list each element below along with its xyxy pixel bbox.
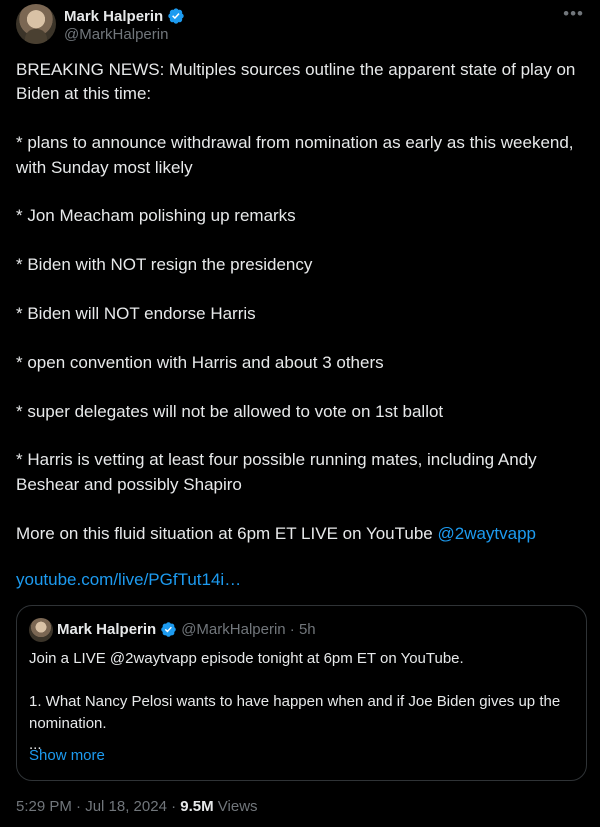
- tweet-last-line: More on this fluid situation at 6pm ET L…: [16, 522, 584, 546]
- tweet-footer: 5:29 PM · Jul 18, 2024 · 9.5M Views: [16, 798, 258, 815]
- author-handle[interactable]: @MarkHalperin: [64, 26, 168, 43]
- tweet-paragraph: * Harris is vetting at least four possib…: [16, 450, 537, 494]
- verified-badge-icon: [168, 8, 184, 24]
- tweet-paragraph: * open convention with Harris and about …: [16, 352, 384, 372]
- author-display-name[interactable]: Mark Halperin: [64, 8, 163, 25]
- quote-author-avatar: [29, 618, 53, 642]
- quote-line: Join a LIVE @2waytvapp episode tonight a…: [29, 650, 464, 667]
- show-more-link[interactable]: Show more: [29, 747, 105, 764]
- mention-link[interactable]: @2waytvapp: [437, 524, 536, 543]
- tweet-header: Mark Halperin @MarkHalperin •••: [16, 4, 584, 44]
- quote-ellipsis: ...: [29, 736, 42, 753]
- tweet-last-line-text: More on this fluid situation at 6pm ET L…: [16, 523, 438, 543]
- tweet-body: BREAKING NEWS: Multiples sources outline…: [16, 58, 584, 570]
- tweet-paragraph: * super delegates will not be allowed to…: [16, 401, 444, 421]
- author-avatar[interactable]: [16, 4, 56, 44]
- quoted-tweet[interactable]: Mark Halperin @MarkHalperin · 5h Join a …: [16, 605, 587, 781]
- tweet-paragraph: BREAKING NEWS: Multiples sources outline…: [16, 60, 576, 104]
- more-options-icon[interactable]: •••: [563, 4, 584, 24]
- quote-header: Mark Halperin @MarkHalperin · 5h: [57, 619, 316, 639]
- quote-handle-time: @MarkHalperin · 5h: [181, 620, 316, 638]
- tweet-paragraph: * Jon Meacham polishing up remarks: [16, 206, 296, 226]
- author-name-line: Mark Halperin: [64, 6, 185, 26]
- views-count: 9.5M: [180, 798, 214, 815]
- quote-author-name: Mark Halperin: [57, 620, 157, 638]
- tweet-paragraph: * Biden with NOT resign the presidency: [16, 255, 313, 275]
- quote-body: Join a LIVE @2waytvapp episode tonight a…: [29, 648, 577, 756]
- verified-badge-icon: [161, 621, 176, 637]
- tweet-paragraph: * Biden will NOT endorse Harris: [16, 304, 256, 323]
- views-label: Views: [213, 798, 258, 815]
- tweet-paragraph: * plans to announce withdrawal from nomi…: [16, 133, 574, 177]
- timestamp[interactable]: 5:29 PM · Jul 18, 2024 ·: [16, 798, 180, 815]
- quote-line: 1. What Nancy Pelosi wants to have happe…: [29, 693, 561, 732]
- youtube-url-link[interactable]: youtube.com/live/PGfTut14i…: [16, 568, 241, 592]
